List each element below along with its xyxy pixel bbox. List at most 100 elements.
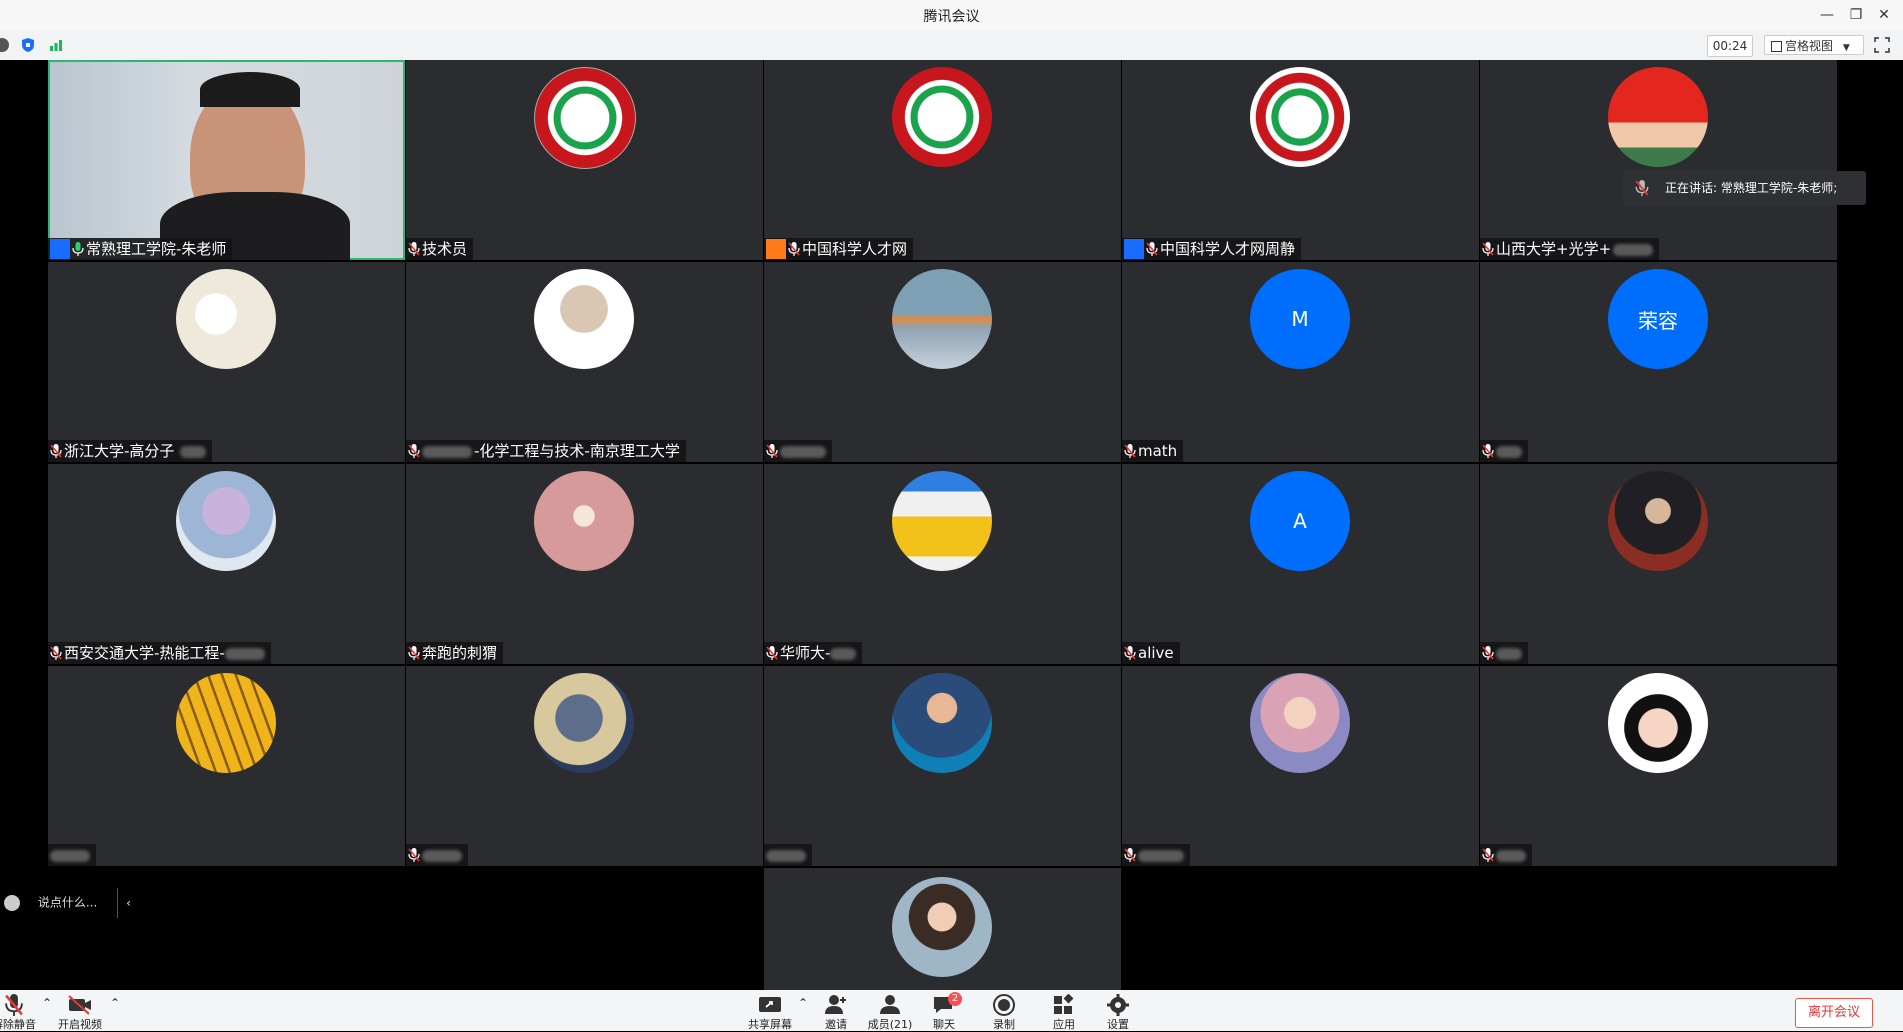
top-toolbar: 00:24 宫格视图 ▼	[0, 30, 1903, 60]
participant-name: 西安交通大学-热能工程-	[64, 644, 225, 662]
participant-tile[interactable]: 常熟理工学院-朱老师	[48, 60, 405, 260]
participant-name-tag: math	[1122, 440, 1184, 462]
participant-tile[interactable]: 技术员	[406, 60, 763, 260]
participant-tile[interactable]	[1122, 666, 1479, 866]
members-button[interactable]: 成员(21)	[866, 994, 914, 1032]
participant-tile[interactable]: A alive	[1122, 464, 1479, 664]
bottom-toolbar: 解除静音 ⌃ 开启视频 ⌃ 共享屏幕 ⌃ 邀请 成员(21) 2 聊天 录制 应…	[0, 990, 1903, 1031]
leave-meeting-button[interactable]: 离开会议	[1795, 998, 1873, 1028]
unmute-label: 解除静音	[0, 1018, 36, 1031]
participant-tile[interactable]: 荣容	[1480, 262, 1837, 462]
participant-video	[48, 60, 405, 260]
participant-tile[interactable]	[764, 868, 1121, 990]
participant-avatar	[534, 269, 634, 369]
invite-label: 邀请	[825, 1018, 847, 1031]
chat-button[interactable]: 2 聊天	[920, 992, 968, 1032]
participant-name-tag: 中国科学人才网	[764, 238, 914, 260]
settings-button[interactable]: 设置	[1094, 994, 1142, 1032]
participant-tile[interactable]: -化学工程与技术-南京理工大学	[406, 262, 763, 462]
participant-name-tag: 山西大学+光学+	[1480, 238, 1660, 260]
chat-label: 聊天	[933, 1018, 955, 1031]
apps-grid-icon	[1054, 994, 1074, 1014]
participant-name-tag: 常熟理工学院-朱老师	[48, 238, 233, 260]
participant-name-tag: -化学工程与技术-南京理工大学	[406, 440, 686, 462]
speaking-indicator: 正在讲话: 常熟理工学院-朱老师;	[1623, 171, 1866, 205]
participant-tile[interactable]: 奔跑的刺猬	[406, 464, 763, 664]
signal-icon[interactable]	[48, 37, 64, 53]
participant-tile[interactable]	[764, 666, 1121, 866]
participant-name-tag	[48, 844, 96, 866]
participant-avatar	[534, 673, 634, 773]
collapse-chevron-icon[interactable]: ‹	[117, 887, 131, 918]
microphone-muted-icon	[50, 443, 62, 458]
participant-tile[interactable]: 浙江大学-高分子	[48, 262, 405, 462]
view-mode-button[interactable]: 宫格视图 ▼	[1764, 35, 1864, 55]
participant-tile[interactable]	[1480, 666, 1837, 866]
record-label: 录制	[993, 1018, 1015, 1031]
participant-avatar	[1608, 67, 1708, 167]
apps-button[interactable]: 应用	[1040, 994, 1088, 1032]
record-button[interactable]: 录制	[980, 994, 1028, 1032]
share-screen-icon	[759, 997, 781, 1012]
minimize-button[interactable]: —	[1814, 2, 1840, 28]
microphone-muted-icon	[408, 645, 420, 660]
participant-tile[interactable]: 西安交通大学-热能工程-	[48, 464, 405, 664]
participant-name-tag: 华师大-	[764, 642, 863, 664]
participant-tile[interactable]	[764, 262, 1121, 462]
restore-button[interactable]: ❐	[1843, 2, 1869, 28]
participant-name: 常熟理工学院-朱老师	[86, 240, 227, 258]
apps-label: 应用	[1053, 1018, 1075, 1031]
participant-name: math	[1138, 442, 1178, 460]
microphone-muted-icon	[408, 443, 420, 458]
security-shield-icon[interactable]	[20, 37, 36, 53]
start-video-label: 开启视频	[58, 1018, 102, 1031]
participant-name: 中国科学人才网周静	[1160, 240, 1296, 258]
record-icon	[993, 994, 1015, 1016]
microphone-muted-icon	[1482, 443, 1494, 458]
share-screen-button[interactable]: 共享屏幕	[746, 994, 794, 1032]
microphone-muted-icon	[1482, 645, 1494, 660]
share-screen-label: 共享屏幕	[748, 1018, 792, 1031]
microphone-muted-icon	[50, 645, 62, 660]
participant-tile[interactable]	[48, 666, 405, 866]
microphone-muted-icon	[766, 443, 778, 458]
fullscreen-icon[interactable]	[1874, 37, 1890, 53]
participant-tile[interactable]: 中国科学人才网	[764, 60, 1121, 260]
participant-name-tag: 西安交通大学-热能工程-	[48, 642, 271, 664]
participant-tile[interactable]: 山西大学+光学+	[1480, 60, 1837, 260]
chevron-up-icon[interactable]: ⌃	[42, 996, 52, 1010]
participant-avatar: A	[1250, 471, 1350, 571]
participant-avatar	[892, 269, 992, 369]
invite-button[interactable]: 邀请	[812, 994, 860, 1032]
participant-name-tag	[1480, 440, 1528, 462]
participant-tile[interactable]: 华师大-	[764, 464, 1121, 664]
microphone-muted-icon	[788, 241, 800, 256]
participant-tile[interactable]: 中国科学人才网周静	[1122, 60, 1479, 260]
user-role-icon	[50, 238, 70, 259]
participant-tile[interactable]	[406, 666, 763, 866]
participant-name-tag	[406, 844, 468, 866]
microphone-muted-icon	[1482, 847, 1494, 862]
participant-avatar	[892, 877, 992, 977]
participant-tile[interactable]	[1480, 464, 1837, 664]
microphone-muted-icon	[1482, 241, 1494, 256]
microphone-muted-icon	[1635, 180, 1649, 196]
settings-label: 设置	[1107, 1018, 1129, 1031]
members-label: 成员(21)	[867, 1018, 913, 1031]
unmute-button[interactable]: 解除静音	[0, 994, 38, 1032]
chevron-up-icon[interactable]: ⌃	[110, 996, 120, 1010]
chevron-up-icon[interactable]: ⌃	[798, 996, 808, 1010]
microphone-muted-icon	[408, 847, 420, 862]
participant-tile[interactable]: M math	[1122, 262, 1479, 462]
participant-name-tag: 浙江大学-高分子	[48, 440, 213, 462]
participant-name-tag: 奔跑的刺猬	[406, 642, 504, 664]
participant-name: alive	[1138, 644, 1174, 662]
close-button[interactable]: ✕	[1871, 2, 1897, 28]
participant-avatar	[534, 471, 634, 571]
emoji-icon[interactable]	[4, 894, 20, 911]
chat-quick-input[interactable]: 说点什么... ‹	[0, 887, 131, 918]
info-icon[interactable]	[0, 37, 10, 53]
participant-name: 浙江大学-高分子	[64, 442, 175, 460]
start-video-button[interactable]: 开启视频	[56, 994, 104, 1032]
participant-avatar	[176, 673, 276, 773]
